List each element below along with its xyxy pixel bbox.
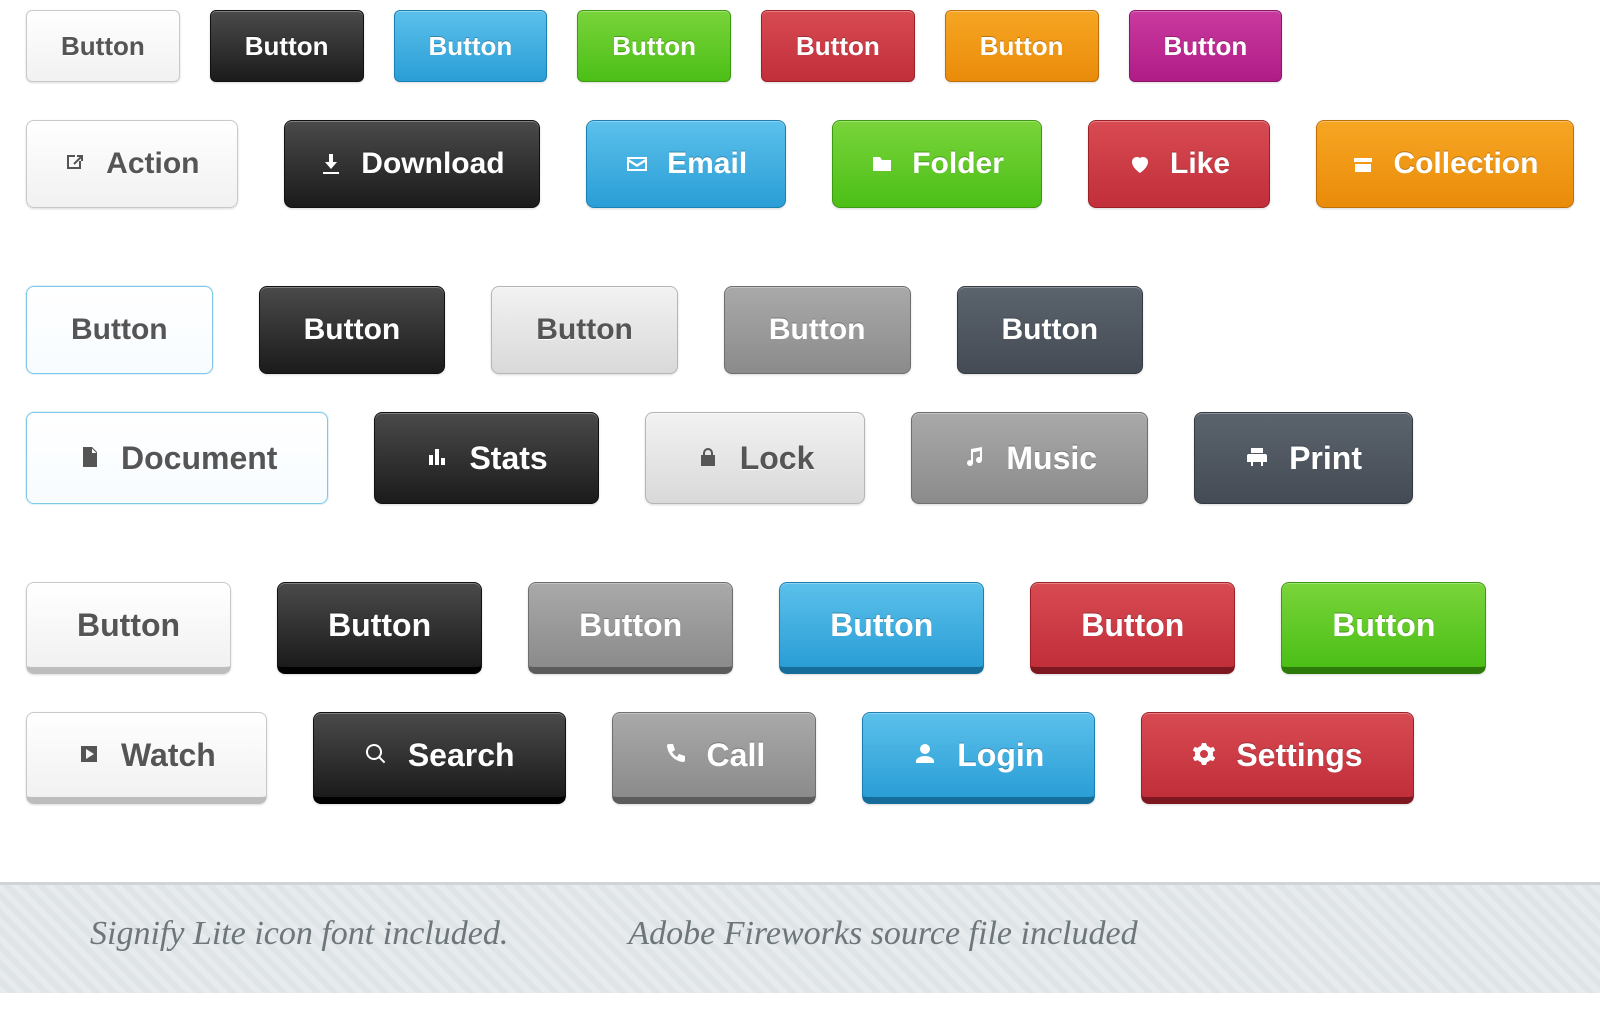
print-button[interactable]: Print [1194,412,1413,504]
button-label: Button [1081,607,1184,644]
call-button[interactable]: Call [612,712,817,804]
collection-button[interactable]: Collection [1316,120,1574,208]
button-label: Print [1289,440,1362,477]
button-label: Button [77,607,180,644]
button-label: Button [1164,31,1248,62]
button-gray[interactable]: Button [724,286,911,374]
button-blue[interactable]: Button [394,10,548,82]
button-orange[interactable]: Button [945,10,1099,82]
folder-button[interactable]: Folder [832,120,1042,208]
button-label: Download [361,147,504,181]
button-label: Button [304,313,401,347]
lock-button[interactable]: Lock [645,412,866,504]
button-label: Call [707,737,766,774]
watch-button[interactable]: Watch [26,712,267,804]
button-lightgray[interactable]: Button [491,286,678,374]
button-label: Stats [469,440,547,477]
button-label: Button [769,313,866,347]
footer-note-left: Signify Lite icon font included. [90,915,508,953]
button-red-raised[interactable]: Button [1030,582,1235,674]
phone-icon [663,742,689,768]
button-label: Button [1002,313,1099,347]
button-row-4: Document Stats Lock Music Print [26,412,1574,504]
button-label: Button [796,31,880,62]
button-label: Lock [740,440,815,477]
like-button[interactable]: Like [1088,120,1270,208]
button-label: Login [957,737,1044,774]
settings-button[interactable]: Settings [1141,712,1413,804]
button-label: Button [328,607,431,644]
stats-button[interactable]: Stats [374,412,598,504]
download-icon [319,152,343,176]
play-icon [77,742,103,768]
button-label: Music [1006,440,1097,477]
button-label: Settings [1236,737,1362,774]
button-white-raised[interactable]: Button [26,582,231,674]
button-row-2: Action Download Email Folder Like Collec… [26,120,1574,208]
footer: Signify Lite icon font included. Adobe F… [0,882,1600,993]
button-label: Watch [121,737,216,774]
action-button[interactable]: Action [26,120,238,208]
document-icon [77,445,103,471]
button-label: Button [71,313,168,347]
button-label: Action [106,147,199,181]
download-button[interactable]: Download [284,120,541,208]
button-label: Button [61,31,145,62]
button-label: Folder [912,147,1004,181]
button-row-5: Button Button Button Button Button Butto… [26,582,1574,674]
footer-note-right: Adobe Fireworks source file included [628,915,1137,953]
button-black-raised[interactable]: Button [277,582,482,674]
button-gray-raised[interactable]: Button [528,582,733,674]
button-label: Button [536,313,633,347]
button-label: Button [245,31,329,62]
button-white[interactable]: Button [26,10,180,82]
button-label: Button [1332,607,1435,644]
button-green-raised[interactable]: Button [1281,582,1486,674]
button-label: Button [429,31,513,62]
button-green[interactable]: Button [577,10,731,82]
folder-icon [870,152,894,176]
button-label: Document [121,440,277,477]
lock-icon [696,445,722,471]
button-label: Button [612,31,696,62]
button-row-1: Button Button Button Button Button Butto… [26,10,1574,82]
button-blue-raised[interactable]: Button [779,582,984,674]
button-outline[interactable]: Button [26,286,213,374]
document-button[interactable]: Document [26,412,328,504]
button-black[interactable]: Button [259,286,446,374]
external-icon [64,152,88,176]
user-icon [913,742,939,768]
login-button[interactable]: Login [862,712,1095,804]
button-row-6: Watch Search Call Login Settings [26,712,1574,804]
button-row-3: Button Button Button Button Button [26,286,1574,374]
button-label: Search [408,737,515,774]
button-magenta[interactable]: Button [1129,10,1283,82]
music-button[interactable]: Music [911,412,1148,504]
button-label: Button [579,607,682,644]
box-icon [1351,152,1375,176]
button-red[interactable]: Button [761,10,915,82]
button-label: Button [980,31,1064,62]
search-icon [364,742,390,768]
print-icon [1245,445,1271,471]
email-button[interactable]: Email [586,120,786,208]
gear-icon [1192,742,1218,768]
stats-icon [425,445,451,471]
music-icon [962,445,988,471]
button-label: Button [830,607,933,644]
heart-icon [1128,152,1152,176]
mail-icon [625,152,649,176]
button-black[interactable]: Button [210,10,364,82]
button-slate[interactable]: Button [957,286,1144,374]
button-label: Collection [1393,147,1538,181]
button-label: Email [667,147,747,181]
search-button[interactable]: Search [313,712,566,804]
button-label: Like [1170,147,1230,181]
